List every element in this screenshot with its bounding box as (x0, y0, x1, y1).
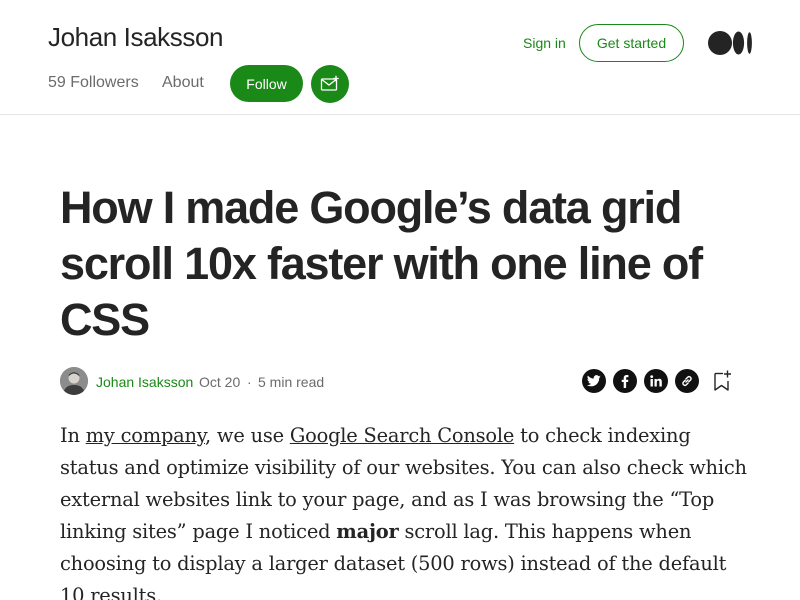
linkedin-icon (650, 375, 662, 387)
share-facebook-button[interactable] (613, 369, 637, 393)
article-title: How I made Google’s data grid scroll 10x… (60, 182, 703, 345)
medium-logo-icon[interactable] (708, 31, 754, 55)
bold-emphasis: major (336, 520, 399, 543)
meta-date: Oct 20 (199, 374, 241, 390)
share-twitter-button[interactable] (582, 369, 606, 393)
followers-link[interactable]: 59 Followers (48, 74, 139, 92)
facebook-icon (621, 374, 629, 388)
about-link[interactable]: About (162, 74, 204, 92)
bookmark-add-icon[interactable] (712, 369, 732, 393)
publication-author-name[interactable]: Johan Isaksson (48, 22, 223, 53)
meta-read-time: 5 min read (258, 374, 325, 390)
avatar[interactable] (60, 367, 88, 395)
meta-author-link[interactable]: Johan Isaksson (96, 374, 193, 390)
sign-in-link[interactable]: Sign in (523, 35, 566, 51)
copy-link-button[interactable] (675, 369, 699, 393)
google-search-console-link[interactable]: Google Search Console (290, 424, 514, 447)
avatar-image (60, 367, 88, 395)
get-started-button[interactable]: Get started (579, 24, 684, 62)
twitter-icon (587, 375, 601, 387)
my-company-link[interactable]: my company (86, 424, 205, 447)
subscribe-button[interactable] (311, 65, 349, 103)
body-text-segment: , we use (205, 424, 290, 447)
body-text-segment: In (60, 424, 86, 447)
article-body-paragraph: In my company, we use Google Search Cons… (60, 420, 750, 600)
follow-button[interactable]: Follow (230, 65, 303, 102)
mail-plus-icon (320, 75, 339, 91)
site-header: Johan Isaksson Sign in Get started 59 Fo… (0, 0, 800, 115)
meta-separator: · (247, 374, 252, 390)
article-meta: Johan Isaksson Oct 20 · 5 min read (60, 367, 740, 395)
link-icon (682, 376, 692, 386)
share-linkedin-button[interactable] (644, 369, 668, 393)
